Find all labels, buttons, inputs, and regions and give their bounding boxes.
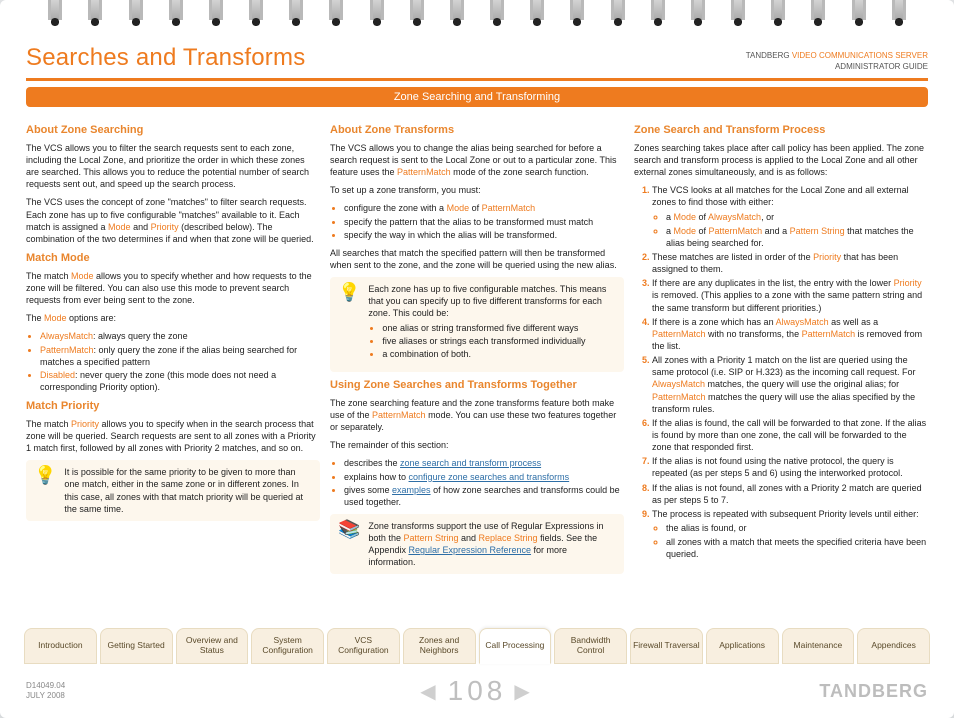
tab-vcs-configuration[interactable]: VCS Configuration — [327, 628, 400, 664]
list-item: If there is a zone which has an AlwaysMa… — [652, 316, 928, 352]
brand-logo: TANDBERG — [819, 681, 928, 702]
list-item: explains how to configure zone searches … — [344, 471, 624, 483]
section-contents-list: describes the zone search and transform … — [330, 457, 624, 508]
tab-zones-and-neighbors[interactable]: Zones and Neighbors — [403, 628, 476, 664]
h-match-mode: Match Mode — [26, 251, 320, 266]
list-item: a Mode of PatternMatch and a Pattern Str… — [666, 225, 928, 249]
list-item: If there are any duplicates in the list,… — [652, 277, 928, 313]
books-icon: 📚 — [338, 520, 360, 569]
page-title: Searches and Transforms — [26, 44, 305, 72]
list-item: If the alias is not found using the nati… — [652, 455, 928, 479]
h-about-zone-transforms: About Zone Transforms — [330, 123, 624, 138]
nav-tabs: IntroductionGetting StartedOverview and … — [0, 628, 954, 664]
transform-setup-list: configure the zone with a Mode of Patter… — [330, 202, 624, 240]
header-rule — [26, 78, 928, 81]
list-item: one alias or string transformed five dif… — [382, 322, 616, 334]
tab-overview-and-status[interactable]: Overview and Status — [176, 628, 249, 664]
para: The remainder of this section: — [330, 439, 624, 451]
list-item: specify the way in which the alias will … — [344, 229, 624, 241]
tab-call-processing[interactable]: Call Processing — [479, 628, 552, 664]
tab-applications[interactable]: Applications — [706, 628, 779, 664]
content-columns: About Zone Searching The VCS allows you … — [0, 117, 954, 580]
link-configure[interactable]: configure zone searches and transforms — [409, 472, 570, 482]
para: All searches that match the specified pa… — [330, 247, 624, 271]
footer: D14049.04 JULY 2008 ◀ 108 ▶ TANDBERG — [0, 664, 954, 718]
list-item: five aliases or strings each transformed… — [382, 335, 616, 347]
para: The VCS uses the concept of zone "matche… — [26, 196, 320, 245]
doc-date: JULY 2008 — [26, 691, 65, 701]
para: The match Priority allows you to specify… — [26, 418, 320, 454]
page: Searches and Transforms TANDBERG VIDEO C… — [0, 0, 954, 718]
h-using-together: Using Zone Searches and Transforms Toget… — [330, 378, 624, 393]
col-right: Zone Search and Transform Process Zones … — [634, 117, 928, 580]
note-text: Each zone has up to five configurable ma… — [368, 284, 606, 318]
note-five-matches: 💡 Each zone has up to five configurable … — [330, 277, 624, 372]
list-item: The process is repeated with subsequent … — [652, 508, 928, 561]
para: The VCS allows you to change the alias b… — [330, 142, 624, 178]
para: Zones searching takes place after call p… — [634, 142, 928, 178]
link-examples[interactable]: examples — [392, 485, 431, 495]
note-priority-duplicates: 💡 It is possible for the same priority t… — [26, 460, 320, 521]
list-item: configure the zone with a Mode of Patter… — [344, 202, 624, 214]
h-zone-process: Zone Search and Transform Process — [634, 123, 928, 138]
para: The Mode options are: — [26, 312, 320, 324]
footer-docinfo: D14049.04 JULY 2008 — [26, 681, 65, 702]
list-item: All zones with a Priority 1 match on the… — [652, 354, 928, 415]
tab-maintenance[interactable]: Maintenance — [782, 628, 855, 664]
page-number: 108 — [448, 675, 507, 707]
mode-options-list: AlwaysMatch: always query the zone Patte… — [26, 330, 320, 393]
para: The VCS allows you to filter the search … — [26, 142, 320, 191]
list-item: If the alias is found, the call will be … — [652, 417, 928, 453]
lightbulb-icon: 💡 — [34, 466, 56, 515]
section-bar: Zone Searching and Transforming — [26, 87, 928, 107]
para: The match Mode allows you to specify whe… — [26, 270, 320, 306]
list-item: Disabled: never query the zone (this mod… — [40, 369, 320, 393]
tab-bandwidth-control[interactable]: Bandwidth Control — [554, 628, 627, 664]
link-process[interactable]: zone search and transform process — [400, 458, 541, 468]
col-left: About Zone Searching The VCS allows you … — [26, 117, 320, 580]
tab-introduction[interactable]: Introduction — [24, 628, 97, 664]
lightbulb-icon: 💡 — [338, 283, 360, 366]
sub-list: a Mode of AlwaysMatch, or a Mode of Patt… — [652, 211, 928, 249]
list-item: These matches are listed in order of the… — [652, 251, 928, 275]
h-match-priority: Match Priority — [26, 399, 320, 414]
process-list: The VCS looks at all matches for the Loc… — [634, 184, 928, 560]
list-item: The VCS looks at all matches for the Loc… — [652, 184, 928, 249]
tab-getting-started[interactable]: Getting Started — [100, 628, 173, 664]
list-item: AlwaysMatch: always query the zone — [40, 330, 320, 342]
header-product: TANDBERG VIDEO COMMUNICATIONS SERVER ADM… — [746, 51, 928, 72]
next-page-arrow-icon[interactable]: ▶ — [514, 679, 533, 704]
h-about-zone-searching: About Zone Searching — [26, 123, 320, 138]
col-middle: About Zone Transforms The VCS allows you… — [330, 117, 624, 580]
list-item: PatternMatch: only query the zone if the… — [40, 344, 320, 368]
list-item: If the alias is not found, all zones wit… — [652, 482, 928, 506]
sub-list: the alias is found, or all zones with a … — [652, 522, 928, 560]
header: Searches and Transforms TANDBERG VIDEO C… — [0, 40, 954, 78]
list-item: specify the pattern that the alias to be… — [344, 216, 624, 228]
note-text: It is possible for the same priority to … — [64, 466, 312, 515]
tab-firewall-traversal[interactable]: Firewall Traversal — [630, 628, 703, 664]
list-item: the alias is found, or — [666, 522, 928, 534]
list-item: all zones with a match that meets the sp… — [666, 536, 928, 560]
pager: ◀ 108 ▶ — [420, 675, 534, 707]
tab-appendices[interactable]: Appendices — [857, 628, 930, 664]
link-regex-appendix[interactable]: Regular Expression Reference — [408, 545, 531, 555]
ring-binding — [0, 0, 954, 40]
note-text: Zone transforms support the use of Regul… — [368, 520, 616, 569]
list-item: a combination of both. — [382, 348, 616, 360]
prev-page-arrow-icon[interactable]: ◀ — [420, 679, 439, 704]
tab-system-configuration[interactable]: System Configuration — [251, 628, 324, 664]
list-item: a Mode of AlwaysMatch, or — [666, 211, 928, 223]
list-item: gives some examples of how zone searches… — [344, 484, 624, 508]
para: To set up a zone transform, you must: — [330, 184, 624, 196]
note-list: one alias or string transformed five dif… — [368, 322, 616, 360]
para: The zone searching feature and the zone … — [330, 397, 624, 433]
list-item: describes the zone search and transform … — [344, 457, 624, 469]
doc-id: D14049.04 — [26, 681, 65, 691]
note-regex: 📚 Zone transforms support the use of Reg… — [330, 514, 624, 575]
